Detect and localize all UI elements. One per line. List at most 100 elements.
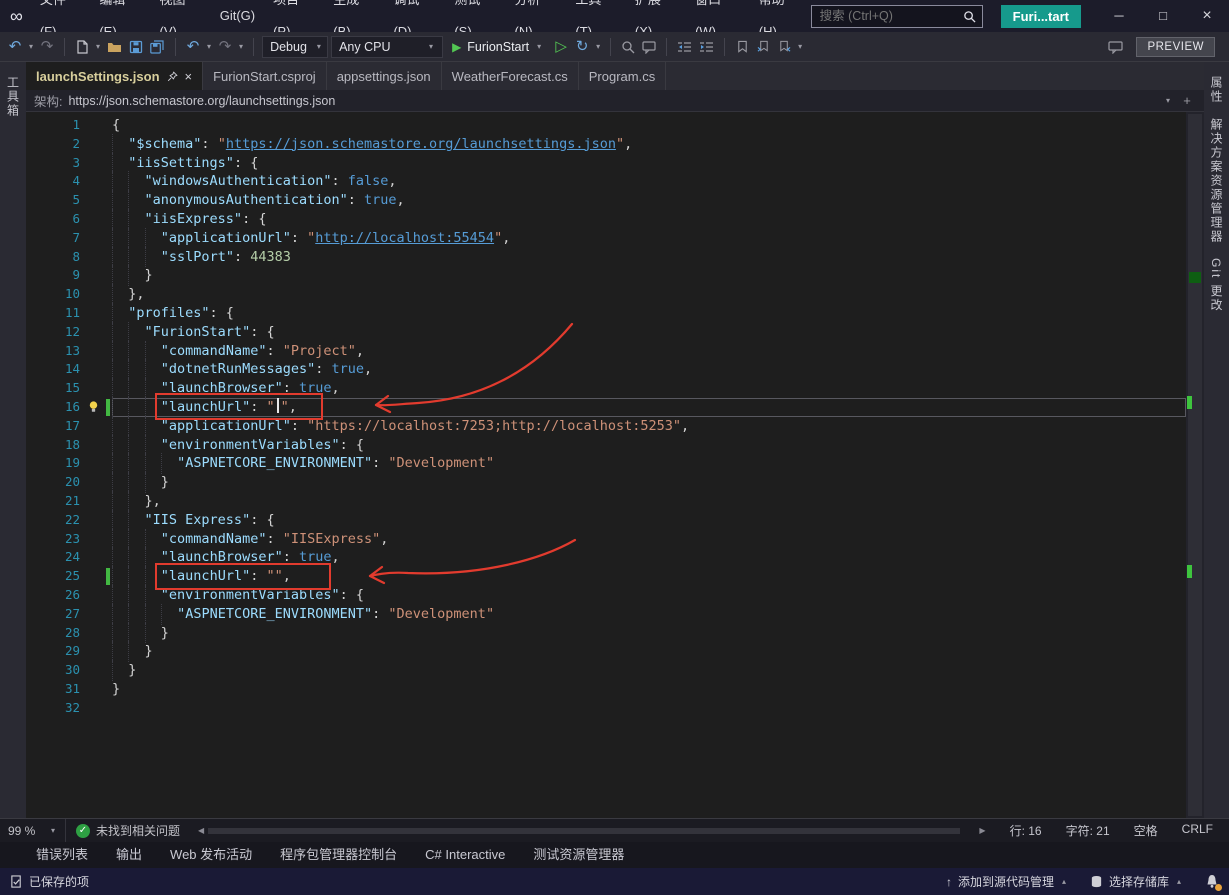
start-debug-button[interactable]: ▶ FurionStart ▾ xyxy=(446,35,549,59)
select-repository-button[interactable]: 选择存储库 ▴ xyxy=(1090,873,1183,890)
minimize-button[interactable]: ─ xyxy=(1097,0,1141,32)
indent-decrease-icon[interactable] xyxy=(675,35,694,59)
next-bookmark-icon[interactable] xyxy=(775,35,793,59)
code-line[interactable]: 27 "ASPNETCORE_ENVIRONMENT": "Developmen… xyxy=(26,605,1186,624)
comment-icon[interactable] xyxy=(640,35,658,59)
code-line[interactable]: 15 "launchBrowser": true, xyxy=(26,379,1186,398)
code-line[interactable]: 31} xyxy=(26,680,1186,699)
code-line[interactable]: 4 "windowsAuthentication": false, xyxy=(26,172,1186,191)
code-line[interactable]: 3 "iisSettings": { xyxy=(26,154,1186,173)
panel-tab[interactable]: Web 发布活动 xyxy=(156,842,266,868)
undo-icon[interactable]: ↶ xyxy=(184,35,202,59)
code-line[interactable]: 1{ xyxy=(26,116,1186,135)
split-editor-icon[interactable]: + xyxy=(1178,93,1196,108)
new-file-caret-icon[interactable]: ▾ xyxy=(94,42,102,51)
code-line[interactable]: 7 "applicationUrl": "http://localhost:55… xyxy=(26,229,1186,248)
code-line[interactable]: 22 "IIS Express": { xyxy=(26,511,1186,530)
scroll-right-icon[interactable]: ▶ xyxy=(979,826,985,835)
restart-caret-icon[interactable]: ▾ xyxy=(594,42,602,51)
code-line[interactable]: 30 } xyxy=(26,661,1186,680)
pin-icon[interactable] xyxy=(167,71,178,82)
new-file-icon[interactable] xyxy=(73,35,91,59)
side-tab[interactable]: 工具箱 xyxy=(5,76,22,118)
doc-tab[interactable]: appsettings.json xyxy=(327,62,442,90)
nav-back-caret-icon[interactable]: ▾ xyxy=(27,42,35,51)
spaces-indicator[interactable]: 空格 xyxy=(1134,822,1158,839)
code-line[interactable]: 24 "launchBrowser": true, xyxy=(26,548,1186,567)
code-line[interactable]: 32 xyxy=(26,699,1186,718)
code-line[interactable]: 17 "applicationUrl": "https://localhost:… xyxy=(26,417,1186,436)
close-button[interactable]: × xyxy=(1185,0,1229,32)
panel-tab[interactable]: 程序包管理器控制台 xyxy=(266,842,411,868)
start-without-debug-icon[interactable]: ▷ xyxy=(552,35,570,59)
side-tab[interactable]: Git 更改 xyxy=(1208,258,1225,313)
vertical-scrollbar[interactable] xyxy=(1186,112,1204,818)
code-line[interactable]: 18 "environmentVariables": { xyxy=(26,436,1186,455)
doc-tab[interactable]: Program.cs xyxy=(579,62,666,90)
side-tab[interactable]: 属性 xyxy=(1208,76,1225,104)
hscroll-track[interactable] xyxy=(208,826,975,836)
doc-tab[interactable]: launchSettings.json× xyxy=(26,62,203,90)
panel-tab[interactable]: 错误列表 xyxy=(22,842,102,868)
undo-caret-icon[interactable]: ▾ xyxy=(205,42,213,51)
redo-caret-icon[interactable]: ▾ xyxy=(237,42,245,51)
code-line[interactable]: 25 "launchUrl": "", xyxy=(26,567,1186,586)
side-tab[interactable]: 解决方案资源管理器 xyxy=(1208,118,1225,244)
code-line[interactable]: 20 } xyxy=(26,473,1186,492)
doc-tab[interactable]: WeatherForecast.cs xyxy=(442,62,579,90)
search-input[interactable] xyxy=(818,8,959,24)
code-line[interactable]: 28 } xyxy=(26,624,1186,643)
indent-increase-icon[interactable] xyxy=(697,35,716,59)
nav-back-icon[interactable]: ↶ xyxy=(6,35,24,59)
line-indicator[interactable]: 行: 16 xyxy=(1010,822,1042,839)
zoom-control[interactable]: 99 % ▾ xyxy=(0,819,66,842)
toggle-bookmark-icon[interactable] xyxy=(733,35,751,59)
code-line[interactable]: 14 "dotnetRunMessages": true, xyxy=(26,360,1186,379)
code-line[interactable]: 11 "profiles": { xyxy=(26,304,1186,323)
feedback-icon[interactable] xyxy=(1106,35,1125,59)
close-tab-icon[interactable]: × xyxy=(185,69,193,84)
notifications-button[interactable] xyxy=(1205,874,1219,889)
column-indicator[interactable]: 字符: 21 xyxy=(1066,822,1110,839)
nav-forward-icon[interactable]: ↷ xyxy=(38,35,56,59)
code-line[interactable]: 6 "iisExpress": { xyxy=(26,210,1186,229)
code-line[interactable]: 9 } xyxy=(26,266,1186,285)
scroll-left-icon[interactable]: ◀ xyxy=(198,826,204,835)
code-line[interactable]: 2 "$schema": "https://json.schemastore.o… xyxy=(26,135,1186,154)
bookmark-caret-icon[interactable]: ▾ xyxy=(796,42,804,51)
code-line[interactable]: 23 "commandName": "IISExpress", xyxy=(26,530,1186,549)
code-line[interactable]: 29 } xyxy=(26,642,1186,661)
schema-url[interactable]: https://json.schemastore.org/launchsetti… xyxy=(68,94,335,108)
doc-tab[interactable]: FurionStart.csproj xyxy=(203,62,327,90)
panel-tab[interactable]: 输出 xyxy=(102,842,156,868)
redo-icon[interactable]: ↷ xyxy=(216,35,234,59)
code-line[interactable]: 16 "launchUrl": "", xyxy=(26,398,1186,417)
solution-config-dropdown[interactable]: Debug ▾ xyxy=(262,36,328,58)
platform-dropdown[interactable]: Any CPU ▾ xyxy=(331,36,443,58)
code-line[interactable]: 5 "anonymousAuthentication": true, xyxy=(26,191,1186,210)
panel-tab[interactable]: 测试资源管理器 xyxy=(519,842,638,868)
code-line[interactable]: 19 "ASPNETCORE_ENVIRONMENT": "Developmen… xyxy=(26,454,1186,473)
hscroll-thumb[interactable] xyxy=(208,828,960,834)
code-line[interactable]: 26 "environmentVariables": { xyxy=(26,586,1186,605)
code-line[interactable]: 8 "sslPort": 44383 xyxy=(26,248,1186,267)
prev-bookmark-icon[interactable] xyxy=(754,35,772,59)
find-in-files-icon[interactable] xyxy=(619,35,637,59)
code-line[interactable]: 13 "commandName": "Project", xyxy=(26,342,1186,361)
schema-dropdown-icon[interactable]: ▾ xyxy=(1164,96,1172,105)
panel-tab[interactable]: C# Interactive xyxy=(411,842,519,868)
health-indicator[interactable]: ✓ 未找到相关问题 xyxy=(66,822,190,839)
code-line[interactable]: 12 "FurionStart": { xyxy=(26,323,1186,342)
preview-button[interactable]: PREVIEW xyxy=(1136,37,1215,57)
scrollbar-thumb[interactable] xyxy=(1188,114,1202,816)
restart-icon[interactable]: ↻ xyxy=(573,35,591,59)
code-line[interactable]: 10 }, xyxy=(26,285,1186,304)
save-all-icon[interactable] xyxy=(148,35,167,59)
save-icon[interactable] xyxy=(127,35,145,59)
menu-item[interactable]: Git(G) xyxy=(211,0,264,32)
line-ending-indicator[interactable]: CRLF xyxy=(1182,822,1213,839)
maximize-button[interactable]: □ xyxy=(1141,0,1185,32)
add-to-source-control-button[interactable]: ↑ 添加到源代码管理 ▴ xyxy=(946,873,1068,890)
search-box[interactable] xyxy=(811,5,983,28)
open-file-icon[interactable] xyxy=(105,35,124,59)
